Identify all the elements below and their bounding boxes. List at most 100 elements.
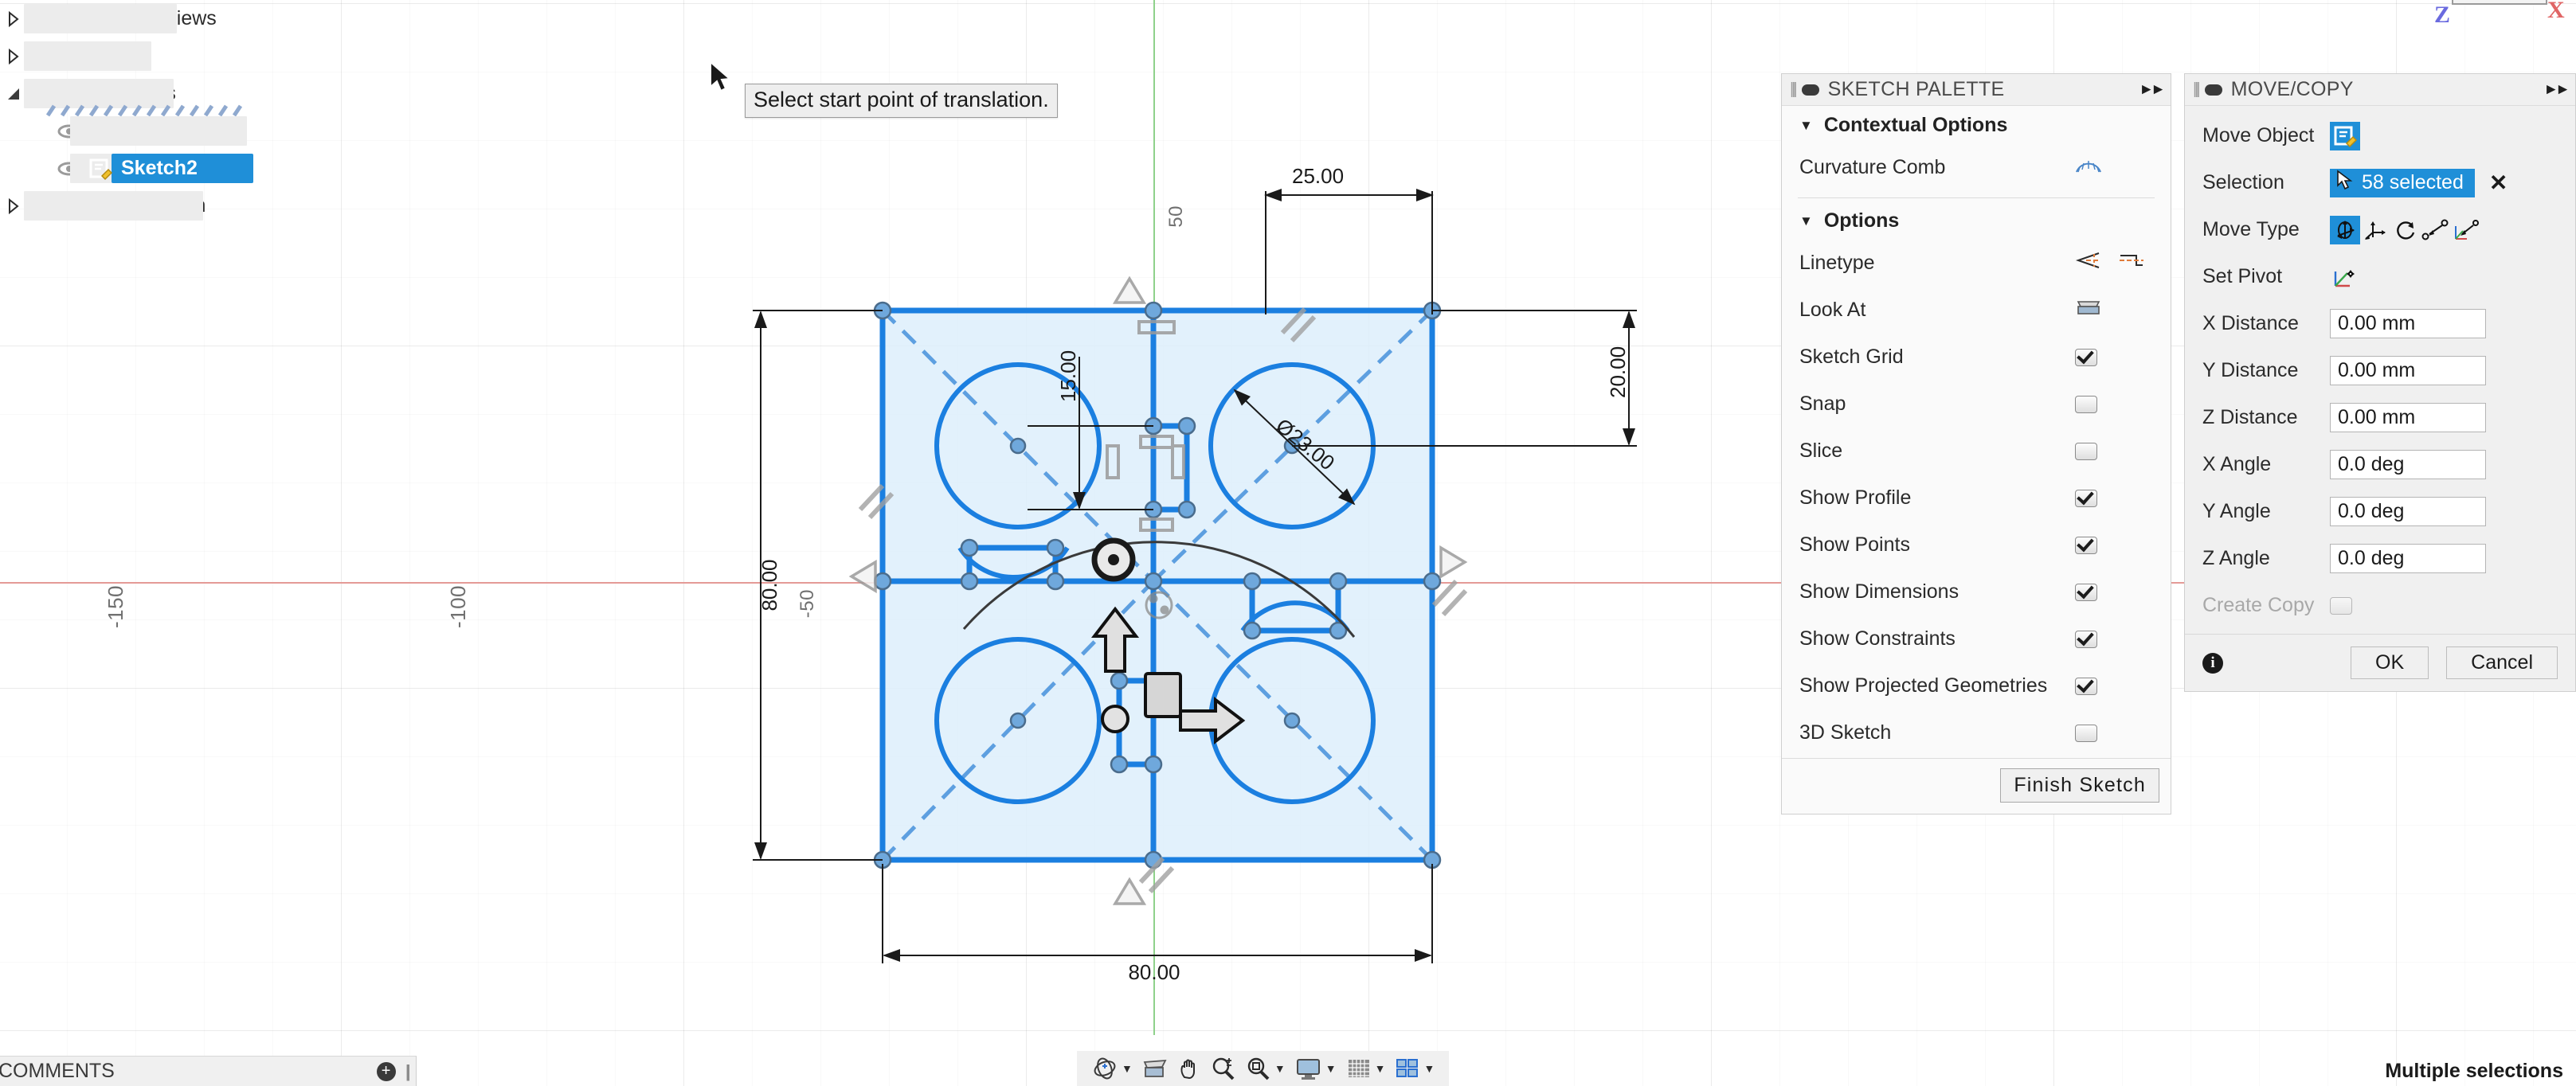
orbit-icon[interactable]: ▼: [1086, 1053, 1137, 1084]
move-plane-handle: [1144, 672, 1182, 718]
sketch-palette-header[interactable]: ||| SKETCH PALETTE ►►: [1782, 74, 2171, 106]
x-distance-input[interactable]: 0.00 mm: [2330, 309, 2486, 338]
tree-row-sketch2[interactable]: Sketch2: [0, 150, 263, 187]
look-at-icon[interactable]: [2075, 299, 2102, 322]
curvature-comb-icon[interactable]: [2075, 156, 2102, 179]
collapse-arrow-icon[interactable]: [0, 87, 27, 101]
panel-dock-icon[interactable]: [1801, 84, 1819, 96]
comments-bar[interactable]: COMMENTS + ||: [0, 1056, 417, 1086]
y-distance-input[interactable]: 0.00 mm: [2330, 356, 2486, 385]
option-snap[interactable]: Snap: [1782, 381, 2171, 428]
move-type-point-to-position-icon[interactable]: [2451, 216, 2481, 244]
option-show-projected-geometries[interactable]: Show Projected Geometries: [1782, 662, 2171, 709]
move-copy-panel[interactable]: ||| MOVE/COPY ►► Move Object Selection 5…: [2184, 73, 2576, 692]
show-profile-checkbox[interactable]: [2075, 489, 2097, 507]
expand-arrow-icon[interactable]: [0, 10, 27, 27]
option-show-points[interactable]: Show Points: [1782, 522, 2171, 568]
finish-sketch-button[interactable]: Finish Sketch: [2000, 768, 2159, 803]
pan-hand-icon[interactable]: [1173, 1053, 1206, 1084]
drag-grip-icon[interactable]: |||: [2193, 80, 2200, 99]
option-curvature-comb[interactable]: Curvature Comb: [1782, 144, 2171, 191]
row-x-distance: X Distance 0.00 mm: [2185, 300, 2575, 347]
create-copy-checkbox[interactable]: [2330, 596, 2352, 615]
z-angle-input[interactable]: 0.0 deg: [2330, 544, 2486, 573]
ok-button[interactable]: OK: [2351, 647, 2429, 679]
info-icon[interactable]: i: [2202, 652, 2223, 674]
x-angle-input[interactable]: 0.0 deg: [2330, 450, 2486, 479]
y-angle-input[interactable]: 0.0 deg: [2330, 497, 2486, 526]
zoom-window-icon[interactable]: ▼: [1241, 1053, 1290, 1084]
option-show-constraints[interactable]: Show Constraints: [1782, 615, 2171, 662]
chevron-down-icon[interactable]: ▼: [1122, 1062, 1133, 1075]
tree-row-construction[interactable]: Construction: [0, 187, 263, 225]
option-show-profile[interactable]: Show Profile: [1782, 475, 2171, 522]
construction-line-icon[interactable]: [2118, 251, 2145, 275]
snap-checkbox[interactable]: [2075, 395, 2097, 413]
option-label: Show Points: [1799, 533, 1910, 556]
grid-snap-icon[interactable]: ▼: [1341, 1053, 1391, 1084]
slice-checkbox[interactable]: [2075, 442, 2097, 460]
show-points-checkbox[interactable]: [2075, 536, 2097, 554]
chevron-down-icon[interactable]: ▼: [1423, 1062, 1435, 1075]
comments-label: COMMENTS: [0, 1060, 115, 1082]
expand-arrow-icon[interactable]: [0, 48, 27, 64]
move-type-free-move-icon[interactable]: [2330, 215, 2360, 244]
expand-arrow-icon[interactable]: [0, 197, 27, 214]
section-options[interactable]: ▼ Options: [1782, 201, 2171, 240]
option-linetype[interactable]: Linetype: [1782, 240, 2171, 287]
chevron-down-icon[interactable]: ▼: [1274, 1062, 1286, 1075]
show-projected-geometries-checkbox[interactable]: [2075, 677, 2097, 695]
set-pivot-icon[interactable]: [2330, 263, 2360, 291]
option-3d-sketch[interactable]: 3D Sketch: [1782, 709, 2171, 756]
row-move-object: Move Object: [2185, 112, 2575, 159]
chevron-down-icon[interactable]: ▼: [1375, 1062, 1386, 1075]
add-comment-icon[interactable]: +: [376, 1061, 396, 1081]
move-object-sketch-icon[interactable]: [2330, 121, 2360, 150]
move-type-point-to-point-icon[interactable]: [2421, 216, 2451, 244]
section-contextual-options[interactable]: ▼ Contextual Options: [1782, 106, 2171, 144]
chevron-down-icon: ▼: [1799, 213, 1813, 229]
row-z-distance: Z Distance 0.00 mm: [2185, 394, 2575, 441]
dim-15: 15.00: [1056, 350, 1080, 402]
browser-tree[interactable]: Named Views Origin: [0, 0, 263, 225]
cancel-button[interactable]: Cancel: [2446, 647, 2558, 679]
z-distance-input[interactable]: 0.00 mm: [2330, 403, 2486, 432]
selection-chip[interactable]: 58 selected: [2330, 168, 2475, 197]
panel-dock-icon[interactable]: [2204, 84, 2222, 96]
show-constraints-checkbox[interactable]: [2075, 630, 2097, 648]
move-copy-header[interactable]: ||| MOVE/COPY ►►: [2185, 74, 2575, 106]
tree-row-named-views[interactable]: Named Views: [0, 0, 263, 37]
selection-label: Selection: [2202, 171, 2284, 193]
option-sketch-grid[interactable]: Sketch Grid: [1782, 334, 2171, 381]
option-show-dimensions[interactable]: Show Dimensions: [1782, 568, 2171, 615]
row-z-angle: Z Angle 0.0 deg: [2185, 535, 2575, 582]
dim-20: 20.00: [1606, 346, 1630, 398]
sketch-palette-panel[interactable]: ||| SKETCH PALETTE ►► ▼ Contextual Optio…: [1781, 73, 2171, 814]
move-object-label: Move Object: [2202, 124, 2315, 146]
linetype-centerline-icon[interactable]: [2075, 251, 2102, 275]
viewports-icon[interactable]: ▼: [1390, 1053, 1439, 1084]
option-slice[interactable]: Slice: [1782, 428, 2171, 475]
tree-row-origin[interactable]: Origin: [0, 37, 263, 75]
option-look-at[interactable]: Look At: [1782, 287, 2171, 334]
chevron-down-icon[interactable]: ▼: [1325, 1062, 1337, 1075]
show-dimensions-checkbox[interactable]: [2075, 583, 2097, 601]
collapse-right-icon[interactable]: ►►: [2543, 81, 2570, 99]
status-bar-selection-text: Multiple selections: [2385, 1060, 2563, 1082]
display-settings-icon[interactable]: ▼: [1290, 1053, 1341, 1084]
comments-resize-grip[interactable]: ||: [405, 1061, 412, 1082]
view-navigation-bar[interactable]: ▼ ▼ ▼ ▼ ▼: [1077, 1051, 1450, 1086]
drag-grip-icon[interactable]: |||: [1790, 80, 1797, 99]
move-type-rotate-icon[interactable]: [2390, 216, 2421, 244]
move-type-translate-icon[interactable]: [2360, 216, 2390, 244]
collapse-right-icon[interactable]: ►►: [2139, 81, 2166, 99]
look-at-icon[interactable]: [1137, 1053, 1173, 1084]
view-cube[interactable]: [2452, 0, 2547, 5]
option-label: Linetype: [1799, 252, 1875, 274]
3d-sketch-checkbox[interactable]: [2075, 724, 2097, 742]
tree-row-sketch1[interactable]: Sketch1: [0, 112, 263, 150]
sketch-grid-checkbox[interactable]: [2075, 348, 2097, 366]
zoom-magnifier-icon[interactable]: [1206, 1053, 1241, 1084]
axis-letter-z: Z: [2434, 2, 2451, 28]
clear-selection-icon[interactable]: ✕: [2489, 170, 2507, 196]
